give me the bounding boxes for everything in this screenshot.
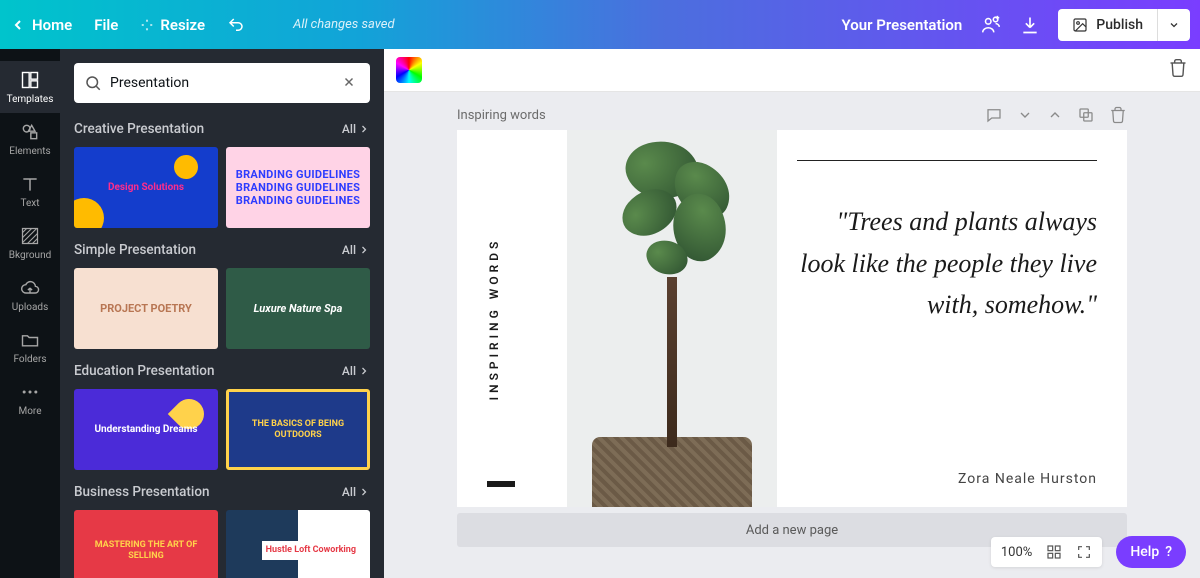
color-picker-button[interactable] — [396, 57, 422, 83]
download-button[interactable] — [1020, 15, 1040, 35]
publish-dropdown[interactable] — [1157, 9, 1190, 41]
section-education-all[interactable]: All — [342, 364, 370, 378]
publish-label: Publish — [1096, 17, 1143, 33]
section-creative-title: Creative Presentation — [74, 121, 204, 137]
rail-background-label: Bkground — [9, 250, 52, 261]
help-icon: ? — [1165, 544, 1172, 560]
section-business-all[interactable]: All — [342, 485, 370, 499]
resize-button[interactable]: Resize — [140, 16, 205, 34]
template-thumbnail[interactable]: MASTERING THE ART OF SELLING — [74, 510, 218, 578]
template-thumbnail[interactable]: Understanding Dreams — [74, 389, 218, 470]
undo-button[interactable] — [227, 16, 245, 34]
rail-uploads-label: Uploads — [12, 302, 48, 313]
search-icon — [84, 74, 102, 92]
canvas-area: Inspiring words INSPIRING WORDS — [384, 49, 1200, 578]
share-button[interactable] — [980, 14, 1002, 36]
section-simple-title: Simple Presentation — [74, 242, 196, 258]
search-input[interactable] — [110, 75, 338, 91]
slide-title-label: Inspiring words — [457, 108, 546, 123]
help-label: Help — [1130, 544, 1159, 560]
rail-elements[interactable]: Elements — [0, 113, 60, 165]
rail-templates[interactable]: Templates — [0, 61, 60, 113]
delete-button[interactable] — [1168, 58, 1188, 82]
publish-group: Publish — [1058, 9, 1190, 41]
zoom-controls: 100% — [991, 537, 1102, 567]
help-button[interactable]: Help ? — [1116, 536, 1186, 568]
side-rail: Templates Elements Text Bkground Uploads… — [0, 49, 60, 578]
rail-more[interactable]: More — [0, 373, 60, 425]
slide-header: Inspiring words — [457, 106, 1127, 124]
file-menu[interactable]: File — [94, 16, 118, 34]
top-right-group: Your Presentation Publish — [842, 9, 1190, 41]
template-thumbnail[interactable]: BRANDING GUIDELINES BRANDING GUIDELINES … — [226, 147, 370, 228]
home-button[interactable]: Home — [10, 16, 72, 34]
publish-button[interactable]: Publish — [1058, 9, 1157, 41]
template-thumbnail[interactable]: Design Solutions — [74, 147, 218, 228]
top-left-group: Home File Resize All changes saved — [10, 16, 395, 34]
slide-image[interactable] — [567, 130, 777, 507]
template-thumbnail[interactable]: Luxure Nature Spa — [226, 268, 370, 349]
section-education-title: Education Presentation — [74, 363, 214, 379]
delete-slide-button[interactable] — [1109, 106, 1127, 124]
slide-author-text[interactable]: Zora Neale Hurston — [797, 471, 1097, 487]
rail-templates-label: Templates — [7, 94, 54, 105]
context-toolbar — [384, 49, 1200, 92]
project-name[interactable]: Your Presentation — [842, 16, 963, 34]
template-thumbnail[interactable]: THE BASICS OF BEING OUTDOORS — [226, 389, 370, 470]
slide-accent-bar[interactable] — [487, 481, 515, 487]
templates-panel: Creative Presentation All Design Solutio… — [60, 49, 384, 578]
section-business-title: Business Presentation — [74, 484, 210, 500]
section-simple-all[interactable]: All — [342, 243, 370, 257]
slide-divider[interactable] — [797, 160, 1097, 161]
fullscreen-button[interactable] — [1076, 544, 1092, 560]
slide-canvas[interactable]: INSPIRING WORDS "Trees and plants always… — [457, 130, 1127, 507]
grid-view-button[interactable] — [1046, 544, 1062, 560]
comment-button[interactable] — [985, 106, 1003, 124]
slide-vertical-text[interactable]: INSPIRING WORDS — [487, 237, 501, 400]
home-label: Home — [32, 16, 72, 34]
rail-text-label: Text — [20, 198, 39, 209]
slide-quote-text[interactable]: "Trees and plants always look like the p… — [797, 201, 1097, 461]
rail-text[interactable]: Text — [0, 165, 60, 217]
resize-label: Resize — [160, 16, 205, 34]
duplicate-button[interactable] — [1077, 106, 1095, 124]
rail-folders[interactable]: Folders — [0, 321, 60, 373]
section-creative-all[interactable]: All — [342, 122, 370, 136]
move-up-button[interactable] — [1047, 107, 1063, 123]
rail-elements-label: Elements — [9, 146, 50, 157]
rail-more-label: More — [18, 406, 41, 417]
rail-folders-label: Folders — [13, 354, 46, 365]
search-clear-button[interactable] — [338, 70, 360, 97]
move-down-button[interactable] — [1017, 107, 1033, 123]
rail-uploads[interactable]: Uploads — [0, 269, 60, 321]
save-status: All changes saved — [293, 17, 394, 32]
zoom-level[interactable]: 100% — [1001, 545, 1032, 560]
template-thumbnail[interactable]: PROJECT POETRY — [74, 268, 218, 349]
search-bar — [74, 63, 370, 103]
template-thumbnail[interactable]: Hustle Loft Coworking — [226, 510, 370, 578]
rail-background[interactable]: Bkground — [0, 217, 60, 269]
top-bar: Home File Resize All changes saved Your … — [0, 0, 1200, 49]
